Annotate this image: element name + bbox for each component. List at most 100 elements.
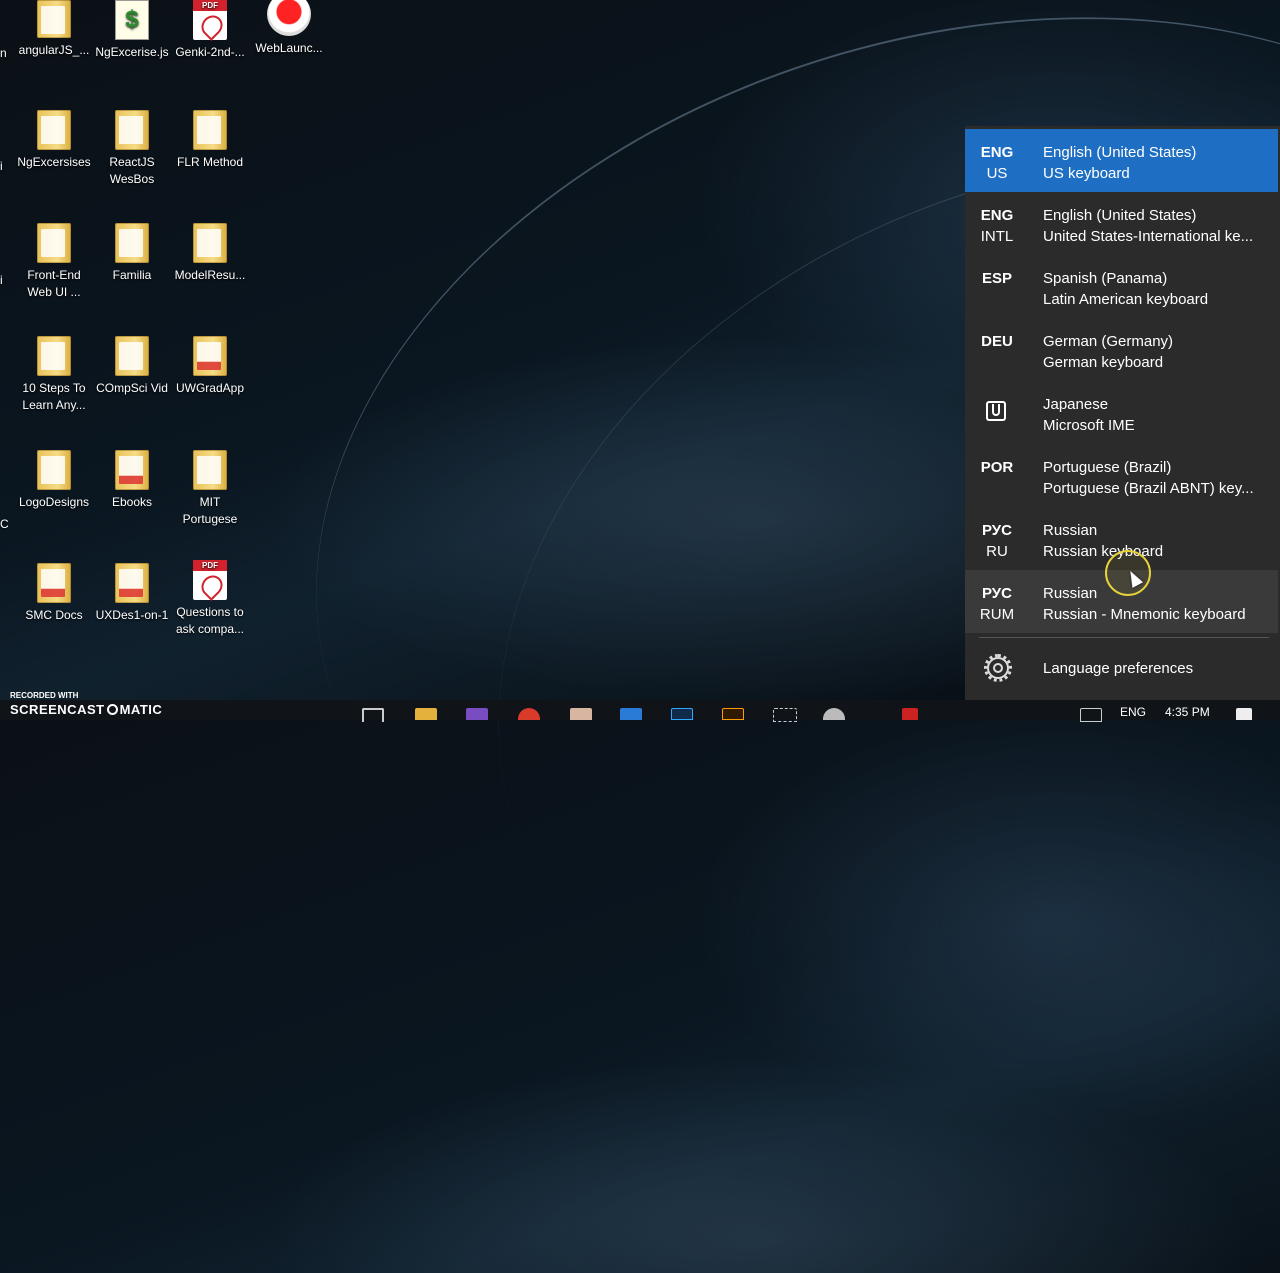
folder-icon	[37, 563, 71, 603]
desktop-icon-label: WebLaunc...	[255, 41, 323, 55]
flyout-divider	[979, 637, 1269, 638]
desktop-icon-label: COmpSci Vid	[96, 381, 168, 395]
desktop-icon-uwgradapp[interactable]: UWGradApp	[171, 336, 249, 397]
desktop-icon-label: LogoDesigns	[18, 495, 90, 509]
desktop-icon-label: Genki-2nd-...	[175, 45, 245, 59]
desktop-icon-label: Questions to ask compa...	[175, 605, 245, 636]
desktop-icon-compsci-vid[interactable]: COmpSci Vid	[93, 336, 171, 397]
desktop-cut-label: i	[0, 159, 3, 173]
record-icon	[267, 0, 311, 36]
pdf-icon: PDF	[193, 560, 227, 601]
desktop-icon-ngexcersises[interactable]: NgExcersises	[15, 110, 93, 171]
language-option-esp[interactable]: ESP Spanish (Panama) Latin American keyb…	[965, 255, 1278, 318]
language-code: ENG US	[980, 144, 1014, 182]
language-option-eng-us[interactable]: ENG US English (United States) US keyboa…	[965, 129, 1278, 192]
desktop-icon-front-end[interactable]: Front-End Web UI ...	[15, 223, 93, 301]
tray-app-icon[interactable]	[902, 708, 918, 720]
store-icon[interactable]	[620, 708, 642, 720]
language-name: English (United States) US keyboard	[1043, 144, 1197, 182]
illustrator-icon[interactable]	[722, 708, 744, 720]
folder-icon	[37, 223, 71, 263]
folder-icon	[115, 336, 149, 376]
input-language-indicator[interactable]: ENG	[1120, 705, 1146, 719]
folder-icon	[37, 450, 71, 490]
folder-icon	[115, 223, 149, 263]
language-name: Japanese Microsoft IME	[1043, 396, 1135, 434]
language-name: English (United States) United States-In…	[1043, 207, 1254, 245]
desktop-icon-label: ModelResu...	[174, 268, 246, 282]
desktop-icon-label: Front-End Web UI ...	[27, 268, 81, 299]
desktop-icon-modelresu[interactable]: ModelResu...	[171, 223, 249, 284]
ime-icon	[986, 401, 1006, 421]
chrome-icon[interactable]	[518, 708, 540, 720]
photoshop-icon[interactable]	[671, 708, 693, 720]
language-name: German (Germany) German keyboard	[1043, 333, 1174, 371]
desktop-icon-smc-docs[interactable]: SMC Docs	[15, 563, 93, 624]
desktop-cut-label: n	[0, 46, 7, 60]
desktop-icon-label: NgExcersises	[17, 155, 91, 169]
language-code: РУС RU	[982, 522, 1012, 560]
desktop-icon-familia[interactable]: Familia	[93, 223, 171, 284]
language-option-por[interactable]: POR Portuguese (Brazil) Portuguese (Braz…	[965, 444, 1278, 507]
desktop-icon-label: NgExcerise.js	[95, 45, 169, 59]
desktop-icon-weblauncher[interactable]: WebLaunc...	[250, 0, 328, 57]
visual-studio-icon[interactable]	[466, 708, 488, 720]
desktop-icon-ngexcerise[interactable]: $ NgExcerise.js	[93, 0, 171, 61]
settings-icon[interactable]	[823, 708, 845, 720]
desktop-icon-genki[interactable]: PDF Genki-2nd-...	[171, 0, 249, 61]
action-center-icon[interactable]	[1236, 708, 1252, 720]
desktop-icon-uxdes[interactable]: UXDes1-on-1	[93, 563, 171, 624]
desktop-icon-mit-portugese[interactable]: MIT Portugese	[171, 450, 249, 528]
folder-icon	[37, 336, 71, 376]
language-code: ESP	[981, 270, 1012, 287]
desktop-icon-flr-method[interactable]: FLR Method	[171, 110, 249, 171]
language-name: Russian Russian keyboard	[1043, 522, 1164, 560]
language-code: POR	[980, 459, 1014, 476]
language-option-deu[interactable]: DEU German (Germany) German keyboard	[965, 318, 1278, 381]
desktop-icon-questions[interactable]: PDF Questions to ask compa...	[171, 560, 249, 638]
desktop-icon-label: angularJS_...	[18, 43, 90, 57]
folder-icon	[115, 563, 149, 603]
desktop-icon-label: FLR Method	[176, 155, 244, 169]
file-icon	[37, 0, 71, 38]
language-name: Portuguese (Brazil) Portuguese (Brazil A…	[1043, 459, 1254, 497]
folder-icon	[193, 450, 227, 490]
taskbar: ENG 4:35 PM	[0, 700, 1280, 722]
language-option-eng-intl[interactable]: ENG INTL English (United States) United …	[965, 192, 1278, 255]
pdf-icon: PDF	[193, 0, 227, 41]
desktop-icon-ebooks[interactable]: Ebooks	[93, 450, 171, 511]
file-explorer-icon[interactable]	[415, 708, 437, 720]
folder-icon	[193, 336, 227, 376]
gear-icon	[984, 654, 1012, 682]
language-preferences-label: Language preferences	[1043, 660, 1194, 677]
folder-icon	[193, 110, 227, 150]
language-code: DEU	[981, 333, 1013, 350]
desktop-icon-label: MIT Portugese	[182, 495, 238, 526]
language-option-japanese[interactable]: Japanese Microsoft IME	[965, 381, 1278, 444]
desktop-icon-label: 10 Steps To Learn Any...	[22, 381, 86, 412]
desktop-icon-label: Familia	[112, 268, 152, 282]
desktop-icon-label: SMC Docs	[25, 608, 83, 622]
desktop-cut-label: i	[0, 273, 3, 287]
desktop-icon-reactjs[interactable]: ReactJS WesBos	[93, 110, 171, 188]
language-code: РУС RUM	[979, 585, 1015, 623]
desktop-icon-label: ReactJS WesBos	[109, 155, 155, 186]
desktop-icon-logodesigns[interactable]: LogoDesigns	[15, 450, 93, 511]
language-preferences-link[interactable]: Language preferences	[965, 649, 1278, 689]
desktop-icon-10-steps[interactable]: 10 Steps To Learn Any...	[15, 336, 93, 414]
desktop-icon-label: UXDes1-on-1	[95, 608, 169, 622]
language-name: Russian Russian - Mnemonic keyboard	[1043, 585, 1246, 623]
folder-icon	[115, 450, 149, 490]
paint-icon[interactable]	[570, 708, 592, 720]
folder-icon	[37, 110, 71, 150]
desktop-icon-label: UWGradApp	[175, 381, 245, 395]
language-name: Spanish (Panama) Latin American keyboard	[1043, 270, 1209, 308]
language-code: ENG INTL	[980, 207, 1014, 245]
screencast-watermark: RECORDED WITH SCREENCAST MATIC	[10, 691, 163, 717]
desktop-icon-label: Ebooks	[111, 495, 153, 509]
folder-icon	[115, 110, 149, 150]
taskbar-clock[interactable]: 4:35 PM	[1165, 705, 1210, 719]
desktop-icon-angularjs[interactable]: angularJS_...	[15, 0, 93, 59]
language-flyout: ENG US English (United States) US keyboa…	[965, 126, 1280, 700]
js-file-icon: $	[115, 0, 149, 40]
